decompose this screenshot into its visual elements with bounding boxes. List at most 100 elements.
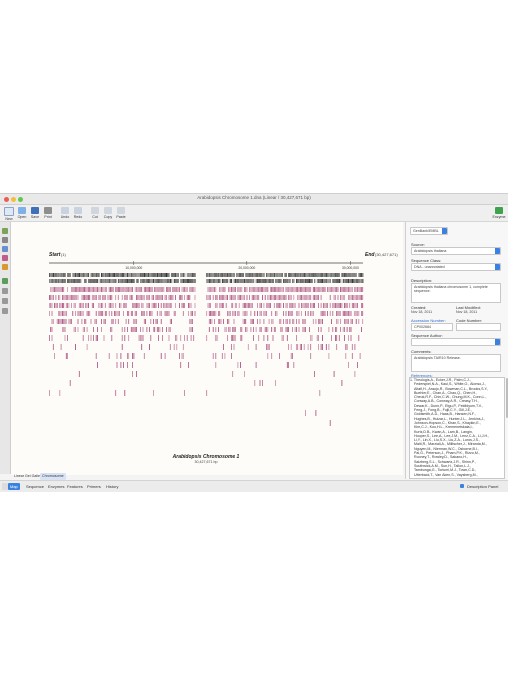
map-view-icon[interactable] — [2, 228, 8, 234]
undo-button[interactable]: Undo — [58, 206, 72, 220]
map-mark — [234, 287, 236, 292]
map-mark — [137, 287, 139, 292]
open-button[interactable]: Open — [15, 206, 29, 220]
map-mark — [336, 279, 338, 283]
map-mark — [132, 362, 133, 368]
map-mark — [314, 287, 315, 292]
map-mark — [65, 311, 67, 316]
tab-sequence[interactable]: Sequence — [24, 483, 46, 490]
map-mark — [315, 319, 317, 324]
map-mark — [301, 295, 302, 300]
map-mark — [89, 279, 91, 283]
map-mark — [309, 287, 310, 292]
map-mark — [133, 303, 135, 308]
map-mark — [337, 287, 339, 292]
map-mark — [362, 319, 364, 324]
map-mark — [288, 311, 289, 316]
map-mark — [81, 311, 83, 316]
sequence-author-select[interactable] — [411, 338, 501, 346]
map-mark — [220, 295, 222, 300]
format-select[interactable]: GenBank/EMBL — [410, 227, 448, 235]
source-select[interactable]: Arabidopsis thaliana — [411, 247, 501, 255]
map-mark — [211, 287, 213, 292]
cut-button[interactable]: Cut — [88, 206, 102, 220]
map-mark — [65, 319, 67, 324]
enzyme-view-icon[interactable] — [2, 246, 8, 252]
map-mark — [73, 303, 75, 308]
map-mark — [234, 303, 236, 308]
map-mark — [361, 295, 362, 300]
map-viewer[interactable]: Start (1) End (30,427,671) 10,000,000 20,000,… — [11, 222, 403, 475]
description-panel-checkbox[interactable] — [460, 484, 464, 488]
tab-enzymes[interactable]: Enzymes — [46, 483, 66, 490]
map-mark — [306, 279, 308, 283]
code-number-field[interactable] — [456, 323, 501, 331]
sequence-view-icon[interactable] — [2, 237, 8, 243]
map-mark — [246, 287, 248, 292]
map-mark — [315, 295, 317, 300]
map-mark — [69, 273, 71, 277]
map-mark — [361, 311, 362, 316]
map-mark — [149, 273, 151, 277]
map-mark — [62, 319, 63, 324]
sequence-class-select[interactable]: DNA - unannotated — [411, 263, 501, 271]
settings-icon[interactable] — [2, 308, 8, 314]
map-mark — [123, 273, 125, 277]
map-mark — [94, 319, 96, 324]
copy-button[interactable]: Copy — [101, 206, 115, 220]
map-mark — [188, 311, 189, 316]
map-mark — [335, 303, 336, 308]
primer-view-icon[interactable] — [2, 264, 8, 270]
new-button[interactable]: New — [2, 206, 16, 221]
map-mark — [341, 287, 343, 292]
map-mark — [297, 287, 299, 292]
map-mark — [337, 311, 339, 316]
tab-history[interactable]: History — [104, 483, 120, 490]
tab-map[interactable]: Map — [8, 483, 20, 490]
map-mark — [350, 327, 352, 332]
map-mark — [315, 410, 317, 416]
map-mark — [173, 311, 175, 316]
print-button[interactable]: Print — [41, 206, 55, 220]
save-button[interactable]: Save — [28, 206, 42, 220]
map-mark — [62, 287, 63, 292]
accession-number-field[interactable]: CP002684 — [411, 323, 453, 331]
map-mark — [80, 273, 82, 277]
map-mark — [336, 327, 338, 332]
description-field[interactable]: Arabidopsis thaliana chromosome 1, compl… — [411, 283, 501, 303]
map-mark — [303, 279, 305, 283]
map-mark — [159, 279, 161, 283]
map-mark — [127, 279, 129, 283]
redo-button[interactable]: Redo — [71, 206, 85, 220]
map-mark — [119, 287, 120, 292]
map-mark — [51, 273, 53, 277]
map-mark — [93, 303, 94, 308]
feature-view-icon[interactable] — [2, 255, 8, 261]
map-mark — [116, 311, 118, 316]
chromosome-map: Start (1) End (30,427,671)10,000,000 20,000,… — [11, 222, 403, 475]
map-mark — [169, 279, 171, 283]
map-mark — [234, 335, 236, 341]
map-mark — [71, 279, 73, 283]
map-mark — [348, 295, 349, 300]
map-mark — [164, 273, 166, 277]
map-mark — [236, 273, 238, 277]
zoom-icon[interactable] — [2, 288, 8, 294]
map-mark — [260, 273, 262, 277]
enzyme-button[interactable]: Enzyme — [492, 206, 506, 220]
map-mark — [311, 279, 313, 283]
map-mark — [273, 295, 275, 300]
paste-button[interactable]: Paste — [114, 206, 128, 220]
map-mark — [108, 353, 110, 359]
tab-primers[interactable]: Primers — [85, 483, 103, 490]
map-mark — [54, 287, 55, 292]
comments-field[interactable]: Arabidopsis TAIR10 Release. — [411, 354, 501, 372]
map-mark — [91, 303, 93, 308]
map-mark — [164, 295, 166, 300]
map-mark — [345, 287, 347, 292]
map-mark — [156, 279, 158, 283]
pencil-icon[interactable] — [2, 278, 8, 284]
tab-features[interactable]: Features — [65, 483, 85, 490]
tab-chromosome[interactable]: Chromosome — [40, 473, 66, 480]
layout-icon[interactable] — [2, 298, 8, 304]
